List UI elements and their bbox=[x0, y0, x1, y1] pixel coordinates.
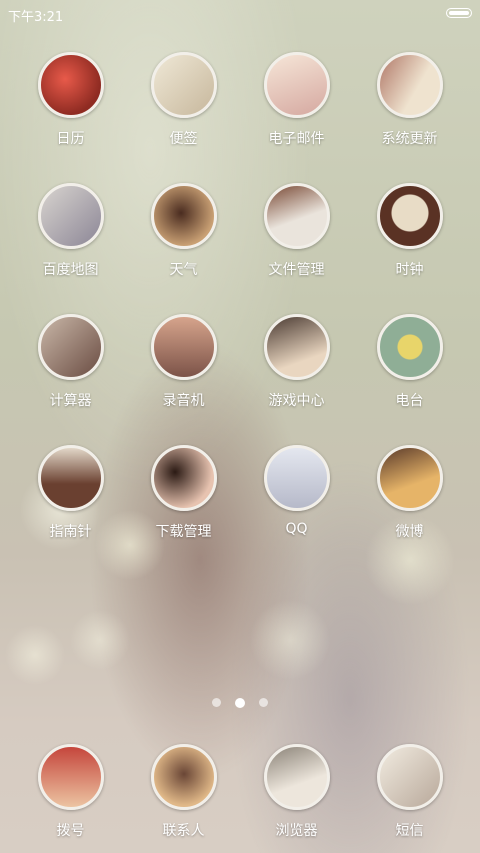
grid-app-notes[interactable]: 便签 bbox=[127, 52, 240, 183]
app-label: 天气 bbox=[169, 262, 198, 278]
dock-app-contacts[interactable]: 联系人 bbox=[127, 744, 240, 840]
app-label: 浏览器 bbox=[275, 823, 318, 839]
messages-icon[interactable] bbox=[376, 744, 443, 810]
grid-app-file-manager[interactable]: 文件管理 bbox=[240, 183, 353, 314]
app-label: 下载管理 bbox=[155, 524, 212, 540]
grid-app-recorder[interactable]: 录音机 bbox=[127, 314, 240, 445]
calculator-icon[interactable] bbox=[37, 314, 104, 380]
app-label: 计算器 bbox=[49, 393, 92, 409]
app-label: 游戏中心 bbox=[268, 393, 325, 409]
grid-app-email[interactable]: 电子邮件 bbox=[240, 52, 353, 183]
weibo-icon[interactable] bbox=[376, 445, 443, 511]
notes-icon[interactable] bbox=[150, 52, 217, 118]
app-label: 文件管理 bbox=[268, 262, 325, 278]
radio-icon[interactable] bbox=[376, 314, 443, 380]
calendar-icon[interactable] bbox=[37, 52, 104, 118]
app-label: 电台 bbox=[395, 393, 424, 409]
app-label: 拨号 bbox=[56, 823, 85, 839]
file-manager-icon[interactable] bbox=[263, 183, 330, 249]
grid-app-weibo[interactable]: 微博 bbox=[353, 445, 466, 576]
dock: 拨号 联系人 浏览器 短信 bbox=[0, 744, 480, 840]
app-label: 微博 bbox=[395, 524, 424, 540]
app-label: 指南针 bbox=[49, 524, 92, 540]
grid-app-calculator[interactable]: 计算器 bbox=[14, 314, 127, 445]
system-update-icon[interactable] bbox=[376, 52, 443, 118]
baidu-map-icon[interactable] bbox=[37, 183, 104, 249]
page-indicator bbox=[0, 697, 480, 708]
app-label: 百度地图 bbox=[42, 262, 99, 278]
app-label: 便签 bbox=[169, 131, 198, 147]
browser-icon[interactable] bbox=[263, 744, 330, 810]
battery-icon bbox=[446, 8, 472, 18]
grid-app-baidu-map[interactable]: 百度地图 bbox=[14, 183, 127, 314]
grid-app-clock[interactable]: 时钟 bbox=[353, 183, 466, 314]
grid-app-radio[interactable]: 电台 bbox=[353, 314, 466, 445]
contacts-icon[interactable] bbox=[150, 744, 217, 810]
clock-icon[interactable] bbox=[376, 183, 443, 249]
dock-app-browser[interactable]: 浏览器 bbox=[240, 744, 353, 840]
grid-app-game-center[interactable]: 游戏中心 bbox=[240, 314, 353, 445]
status-time: 下午3:21 bbox=[8, 10, 64, 25]
dock-app-phone-dialer[interactable]: 拨号 bbox=[14, 744, 127, 840]
grid-app-calendar[interactable]: 日历 bbox=[14, 52, 127, 183]
compass-icon[interactable] bbox=[37, 445, 104, 511]
page-dot-2[interactable] bbox=[235, 697, 245, 708]
email-icon[interactable] bbox=[263, 52, 330, 118]
page-dot-1[interactable] bbox=[212, 698, 221, 707]
app-label: 短信 bbox=[395, 823, 424, 839]
phone-dialer-icon[interactable] bbox=[37, 744, 104, 810]
qq-icon[interactable] bbox=[263, 445, 330, 511]
grid-app-qq[interactable]: QQ bbox=[240, 445, 353, 576]
game-center-icon[interactable] bbox=[263, 314, 330, 380]
grid-app-system-update[interactable]: 系统更新 bbox=[353, 52, 466, 183]
download-manager-icon[interactable] bbox=[150, 445, 217, 511]
app-label: 日历 bbox=[56, 131, 85, 147]
app-label: 电子邮件 bbox=[268, 131, 325, 147]
recorder-icon[interactable] bbox=[150, 314, 217, 380]
status-bar: 下午3:21 bbox=[0, 0, 480, 26]
grid-app-compass[interactable]: 指南针 bbox=[14, 445, 127, 576]
app-grid: 日历 便签 电子邮件 系统更新百度地图 天气 文件管理 时钟计算器 录音机 游戏中心 电台指南针 下… bbox=[0, 52, 480, 576]
app-label: 录音机 bbox=[162, 393, 205, 409]
grid-app-weather[interactable]: 天气 bbox=[127, 183, 240, 314]
grid-app-download-manager[interactable]: 下载管理 bbox=[127, 445, 240, 576]
page-dot-3[interactable] bbox=[259, 698, 268, 707]
app-label: 联系人 bbox=[162, 823, 205, 839]
app-label: 系统更新 bbox=[381, 131, 438, 147]
dock-app-messages[interactable]: 短信 bbox=[353, 744, 466, 840]
app-label: 时钟 bbox=[395, 262, 424, 278]
weather-icon[interactable] bbox=[150, 183, 217, 249]
app-label: QQ bbox=[285, 521, 308, 537]
